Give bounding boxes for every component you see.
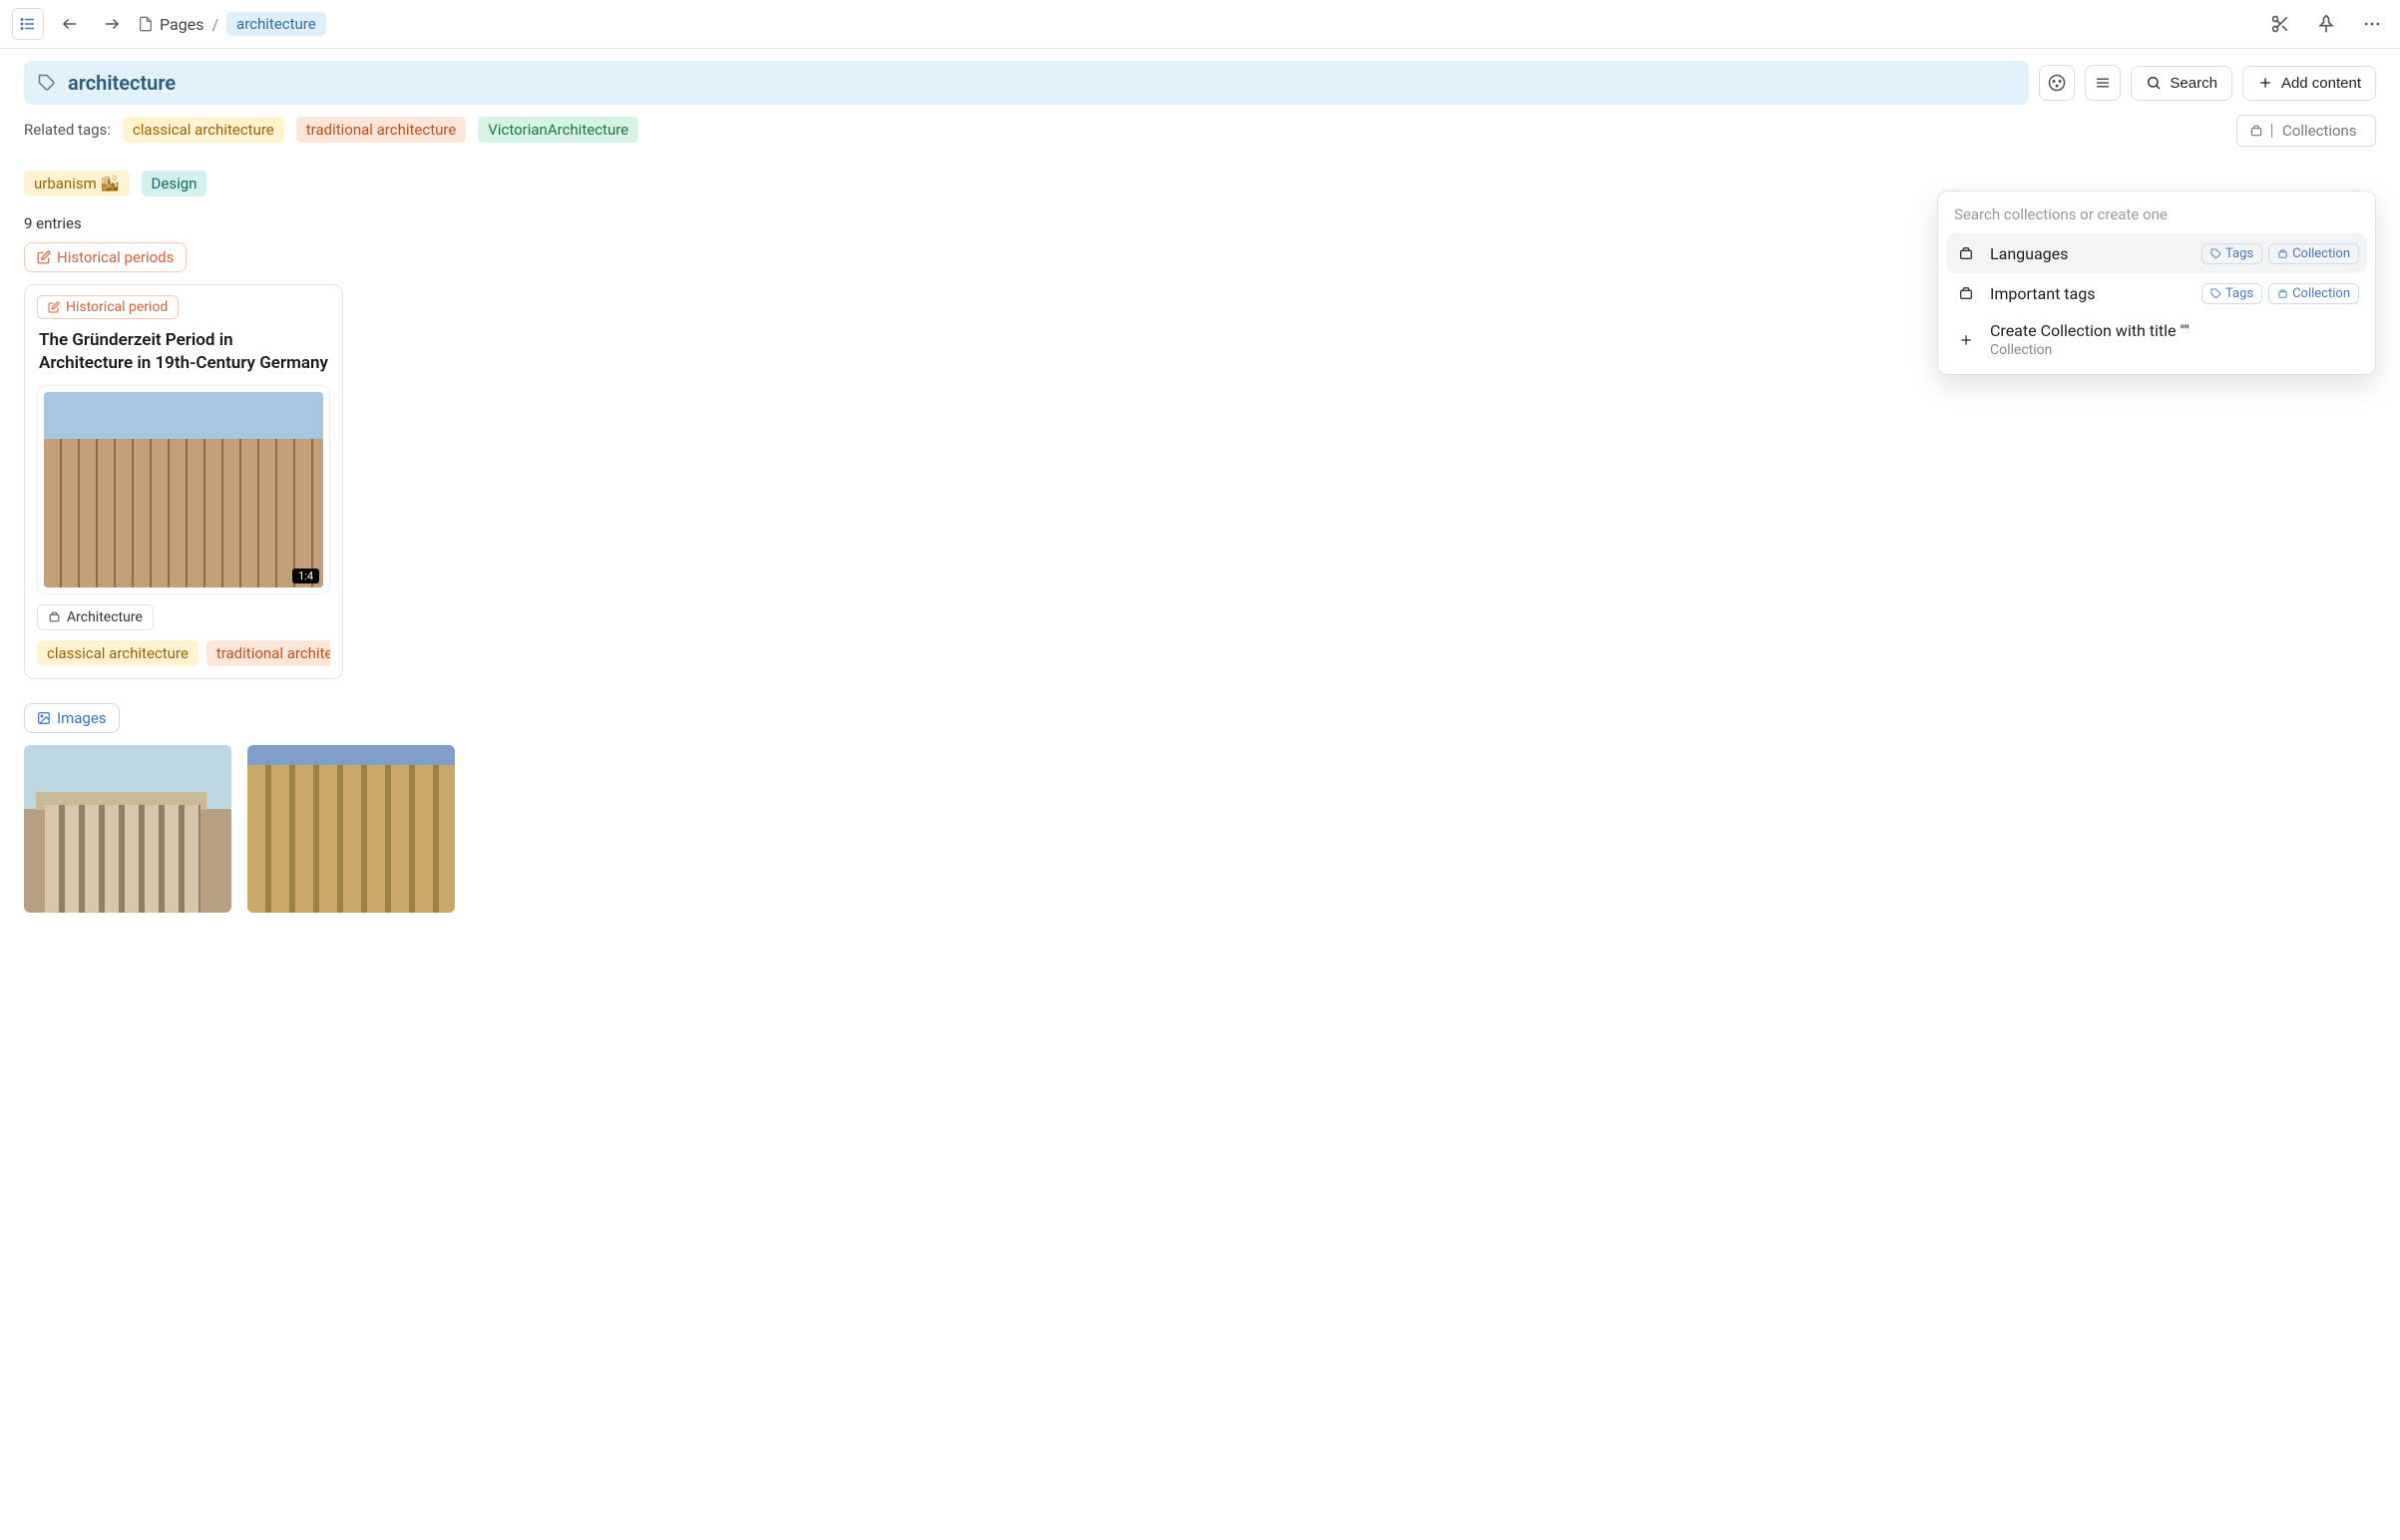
palette-icon (2048, 74, 2066, 92)
collection-icon (1958, 245, 1974, 261)
image-thumbnail[interactable] (247, 745, 455, 913)
card-type-badge: Historical period (37, 295, 179, 319)
image-thumbnail[interactable] (24, 745, 231, 913)
content-area: Search collections or create one Languag… (0, 200, 2400, 913)
related-tags-label: Related tags: (24, 117, 111, 139)
create-collection-sublabel: Collection (1990, 342, 2359, 358)
search-button[interactable]: Search (2131, 66, 2232, 101)
pin-icon (2316, 14, 2336, 34)
card-collection[interactable]: Architecture (37, 604, 154, 630)
topbar-right (2264, 8, 2388, 40)
collection-icon (2277, 288, 2288, 299)
view-button[interactable] (2085, 65, 2121, 101)
more-button[interactable] (2356, 8, 2388, 40)
lines-icon (2094, 74, 2112, 92)
tag-title: architecture (68, 71, 176, 95)
section-label-text: Images (57, 709, 107, 727)
collection-badge-collection: Collection (2268, 243, 2359, 264)
scissors-icon (2270, 14, 2290, 34)
breadcrumb-root-label: Pages (160, 15, 203, 34)
related-tag[interactable]: Design (142, 171, 207, 196)
card-title: The Gründerzeit Period in Architecture i… (39, 329, 328, 375)
edit-icon (48, 301, 60, 313)
card-tag[interactable]: traditional architect (206, 640, 330, 666)
add-content-label: Add content (2281, 75, 2361, 92)
tag-icon (2210, 288, 2221, 299)
page-icon (138, 16, 154, 32)
related-tags-row: Related tags: classical architecture tra… (0, 113, 2400, 200)
sidebar-toggle-button[interactable] (12, 8, 44, 40)
tag-header: architecture Search Add content (0, 49, 2400, 113)
tag-icon (38, 74, 56, 92)
collection-option-label: Important tags (1990, 284, 2190, 303)
section-label-text: Historical periods (57, 248, 174, 266)
plus-icon (2257, 75, 2273, 91)
dots-horizontal-icon (2362, 14, 2382, 34)
collections-input[interactable]: Collections (2236, 115, 2376, 147)
related-tag[interactable]: classical architecture (123, 117, 284, 143)
collections-dropdown: Search collections or create one Languag… (1937, 191, 2376, 375)
collection-icon (48, 610, 61, 623)
collection-badge-tags: Tags (2201, 283, 2262, 304)
plus-icon (1958, 332, 1974, 348)
collections-search-placeholder[interactable]: Search collections or create one (1946, 199, 2367, 233)
list-icon (19, 15, 37, 33)
nav-forward-button[interactable] (96, 8, 128, 40)
create-collection-option[interactable]: Create Collection with title "" Collecti… (1946, 313, 2367, 366)
breadcrumb-current[interactable]: architecture (226, 12, 326, 36)
pin-button[interactable] (2310, 8, 2342, 40)
ai-button[interactable] (2039, 65, 2075, 101)
text-cursor (2271, 124, 2272, 138)
collection-option-label: Languages (1990, 244, 2190, 263)
add-content-button[interactable]: Add content (2242, 66, 2376, 101)
breadcrumb: Pages / architecture (138, 12, 326, 36)
section-historical-periods[interactable]: Historical periods (24, 242, 187, 272)
images-row (0, 745, 2400, 913)
collection-badge-collection: Collection (2268, 283, 2359, 304)
related-tag[interactable]: urbanism 🏙 (24, 171, 130, 196)
related-tag[interactable]: traditional architecture (296, 117, 467, 143)
card-thumbnail-image: 1:4 (44, 392, 323, 587)
collection-option-important-tags[interactable]: Important tags Tags Collection (1946, 273, 2367, 313)
breadcrumb-root[interactable]: Pages (138, 15, 203, 34)
section-images[interactable]: Images (24, 703, 120, 733)
edit-icon (37, 250, 51, 264)
collection-option-languages[interactable]: Languages Tags Collection (1946, 233, 2367, 273)
related-tag[interactable]: VictorianArchitecture (478, 117, 638, 143)
graph-button[interactable] (2264, 8, 2296, 40)
topbar-left: Pages / architecture (12, 8, 2256, 40)
search-icon (2146, 75, 2162, 91)
card-collection-label: Architecture (67, 609, 143, 625)
create-collection-label: Create Collection with title "" (1990, 321, 2359, 340)
nav-back-button[interactable] (54, 8, 86, 40)
image-icon (37, 711, 51, 725)
collections-placeholder: Collections (2282, 122, 2357, 140)
search-button-label: Search (2170, 75, 2217, 92)
card-thumbnail: 1:4 (37, 385, 330, 594)
collection-badge-tags: Tags (2201, 243, 2262, 264)
card-tag[interactable]: classical architecture (37, 640, 199, 666)
tag-icon (2210, 248, 2221, 259)
topbar: Pages / architecture (0, 0, 2400, 49)
card-thumbnail-ratio: 1:4 (292, 569, 319, 583)
collection-icon (1958, 285, 1974, 301)
collection-icon (2277, 248, 2288, 259)
card-badge-label: Historical period (66, 299, 168, 315)
entry-card[interactable]: Historical period The Gründerzeit Period… (24, 284, 343, 679)
breadcrumb-separator: / (211, 15, 218, 34)
arrow-left-icon (61, 15, 79, 33)
tag-title-bar[interactable]: architecture (24, 61, 2029, 105)
arrow-right-icon (103, 15, 121, 33)
card-tags: classical architecture traditional archi… (37, 640, 330, 666)
collection-icon (2249, 124, 2263, 138)
